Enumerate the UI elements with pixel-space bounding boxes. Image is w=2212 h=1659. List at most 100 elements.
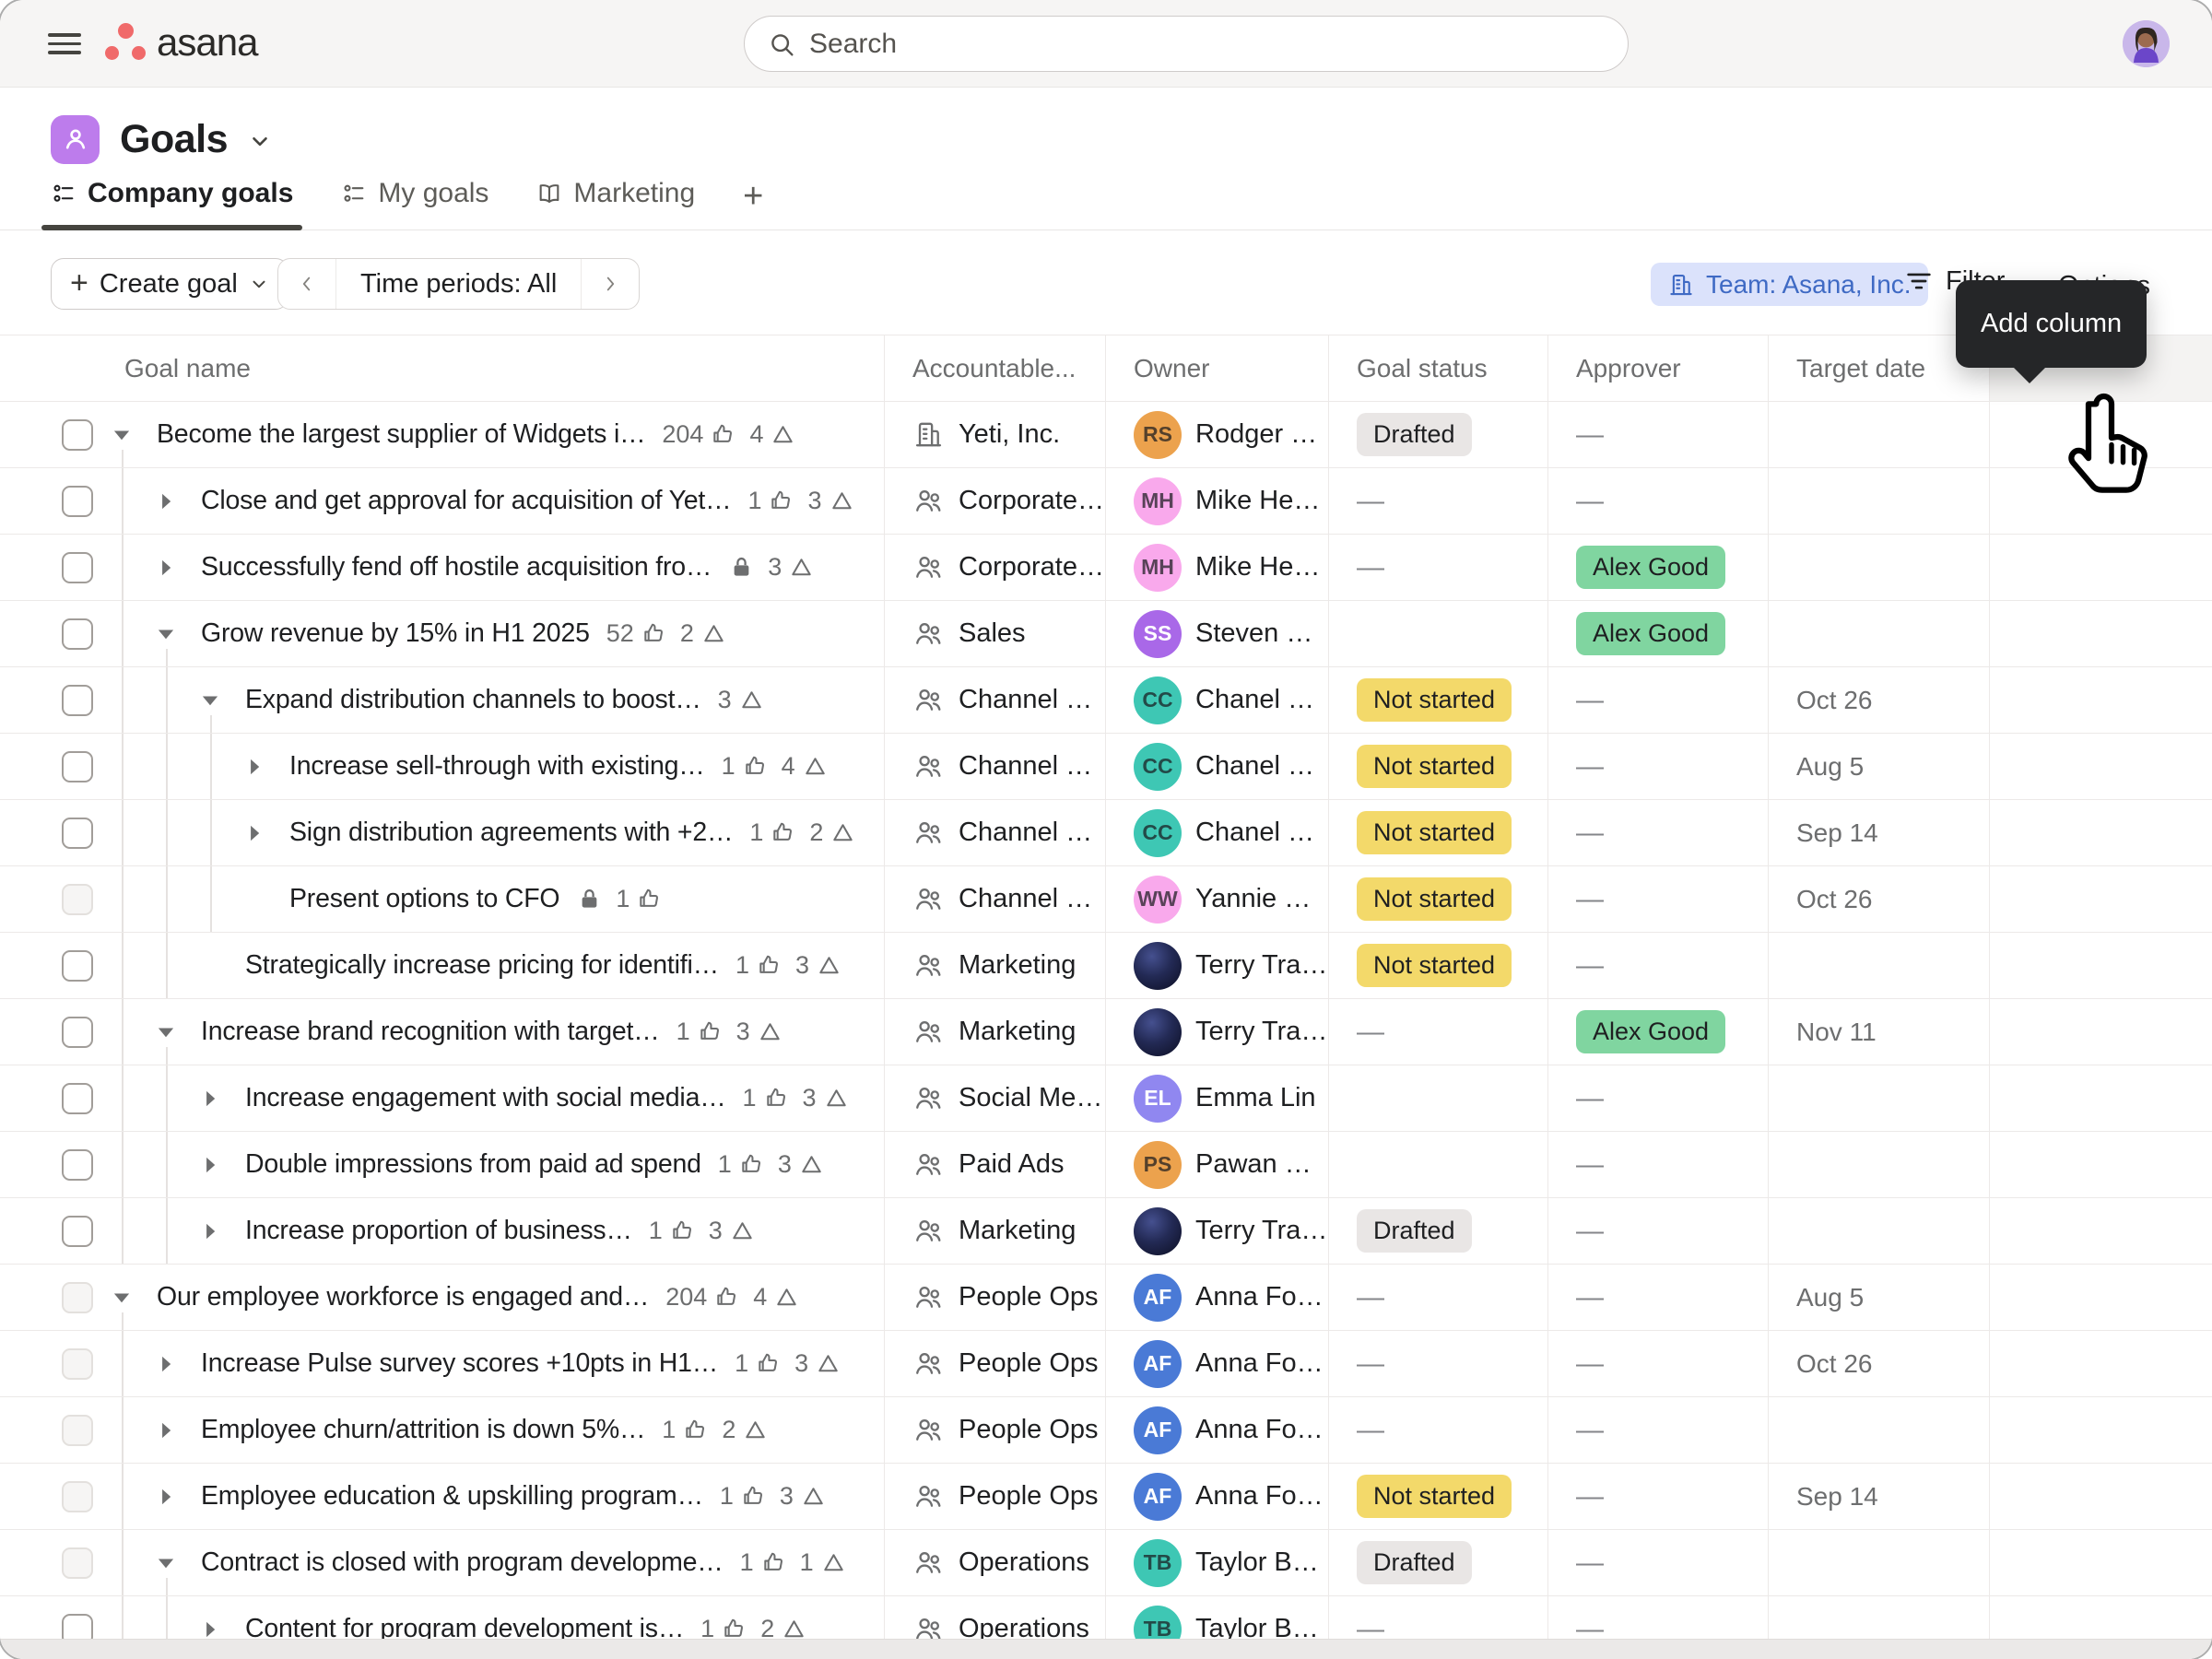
goal-name[interactable]: Present options to CFO xyxy=(289,884,559,914)
approver-cell[interactable]: — xyxy=(1548,866,1769,932)
expand-toggle-icon[interactable] xyxy=(198,1153,222,1177)
goal-name[interactable]: Employee churn/attrition is down 5%… xyxy=(201,1415,645,1445)
tab-my-goals[interactable]: My goals xyxy=(341,178,488,229)
time-periods-prev-button[interactable] xyxy=(278,259,335,309)
expand-toggle-icon[interactable] xyxy=(110,423,134,447)
expand-toggle-icon[interactable] xyxy=(154,556,178,580)
column-header-approver[interactable]: Approver xyxy=(1548,335,1769,401)
goal-checkbox[interactable] xyxy=(62,1017,93,1048)
target-date-cell[interactable] xyxy=(1769,468,1990,534)
goal-cell[interactable]: Double impressions from paid ad spend 1 … xyxy=(0,1132,885,1197)
goal-status-cell[interactable]: — xyxy=(1329,1265,1548,1330)
target-date-cell[interactable] xyxy=(1769,402,1990,467)
goal-name[interactable]: Increase brand recognition with target… xyxy=(201,1017,660,1047)
goal-name[interactable]: Increase proportion of business… xyxy=(245,1216,632,1246)
accountable-cell[interactable]: Marketing xyxy=(885,1198,1106,1264)
goal-checkbox[interactable] xyxy=(62,1415,93,1446)
goal-name[interactable]: Contract is closed with program developm… xyxy=(201,1547,724,1578)
goal-checkbox[interactable] xyxy=(62,685,93,716)
expand-toggle-icon[interactable] xyxy=(154,1418,178,1442)
goal-cell[interactable]: Become the largest supplier of Widgets i… xyxy=(0,402,885,467)
owner-cell[interactable]: AF Anna Folder xyxy=(1106,1331,1329,1396)
goal-checkbox[interactable] xyxy=(62,1547,93,1579)
expand-toggle-icon[interactable] xyxy=(242,821,266,845)
owner-cell[interactable]: MH Mike Hecht xyxy=(1106,535,1329,600)
goal-name[interactable]: Strategically increase pricing for ident… xyxy=(245,950,719,981)
owner-cell[interactable]: CC Chanel Cha… xyxy=(1106,667,1329,733)
column-header-owner[interactable]: Owner xyxy=(1106,335,1329,401)
accountable-cell[interactable]: Paid Ads xyxy=(885,1132,1106,1197)
time-periods-label[interactable]: Time periods: All xyxy=(335,259,582,309)
accountable-cell[interactable]: Channel Sal… xyxy=(885,734,1106,799)
approver-cell[interactable]: — xyxy=(1548,1331,1769,1396)
target-date-cell[interactable] xyxy=(1769,1530,1990,1595)
goal-cell[interactable]: Increase engagement with social media… 1… xyxy=(0,1065,885,1131)
goal-name[interactable]: Grow revenue by 15% in H1 2025 xyxy=(201,618,590,649)
asana-logo[interactable]: asana xyxy=(105,20,257,65)
goal-checkbox[interactable] xyxy=(62,950,93,982)
approver-cell[interactable]: — xyxy=(1548,1132,1769,1197)
goal-status-cell[interactable]: — xyxy=(1329,535,1548,600)
goal-checkbox[interactable] xyxy=(62,1149,93,1181)
expand-toggle-icon[interactable] xyxy=(154,489,178,513)
accountable-cell[interactable]: Operations xyxy=(885,1530,1106,1595)
target-date-cell[interactable]: Oct 26 xyxy=(1769,866,1990,932)
approver-cell[interactable]: — xyxy=(1548,1530,1769,1595)
goal-cell[interactable]: Employee churn/attrition is down 5%… 1 2 xyxy=(0,1397,885,1463)
goal-checkbox[interactable] xyxy=(62,419,93,451)
target-date-cell[interactable]: Sep 14 xyxy=(1769,800,1990,865)
target-date-cell[interactable]: Aug 5 xyxy=(1769,734,1990,799)
goal-cell[interactable]: Our employee workforce is engaged and… 2… xyxy=(0,1265,885,1330)
goal-name[interactable]: Double impressions from paid ad spend xyxy=(245,1149,701,1180)
goal-checkbox[interactable] xyxy=(62,1216,93,1247)
expand-toggle-icon[interactable] xyxy=(198,1087,222,1111)
add-tab-button[interactable]: + xyxy=(743,183,763,229)
accountable-cell[interactable]: People Ops xyxy=(885,1331,1106,1396)
owner-cell[interactable]: RS Rodger Sa… xyxy=(1106,402,1329,467)
search-input[interactable]: Search xyxy=(744,16,1629,72)
user-avatar[interactable] xyxy=(2123,20,2170,67)
goal-name[interactable]: Employee education & upskilling program… xyxy=(201,1481,703,1512)
goal-cell[interactable]: Increase proportion of business… 1 3 xyxy=(0,1198,885,1264)
goal-checkbox[interactable] xyxy=(62,1083,93,1114)
goal-status-cell[interactable] xyxy=(1329,601,1548,666)
goal-checkbox[interactable] xyxy=(62,751,93,782)
goal-status-cell[interactable]: — xyxy=(1329,999,1548,1065)
approver-cell[interactable]: — xyxy=(1548,800,1769,865)
goal-cell[interactable]: Sign distribution agreements with +2… 1 … xyxy=(0,800,885,865)
owner-cell[interactable]: EL Emma Lin xyxy=(1106,1065,1329,1131)
approver-cell[interactable]: — xyxy=(1548,402,1769,467)
owner-cell[interactable]: MH Mike Hecht xyxy=(1106,468,1329,534)
approver-cell[interactable]: Alex Good xyxy=(1548,999,1769,1065)
approver-cell[interactable]: Alex Good xyxy=(1548,601,1769,666)
goal-name[interactable]: Become the largest supplier of Widgets i… xyxy=(157,419,645,450)
owner-cell[interactable]: CC Chanel Cha… xyxy=(1106,734,1329,799)
goal-name[interactable]: Expand distribution channels to boost… xyxy=(245,685,701,715)
target-date-cell[interactable] xyxy=(1769,601,1990,666)
goal-checkbox[interactable] xyxy=(62,552,93,583)
expand-toggle-icon[interactable] xyxy=(198,688,222,712)
goal-checkbox[interactable] xyxy=(62,618,93,650)
owner-cell[interactable]: AF Anna Folder xyxy=(1106,1464,1329,1529)
goal-status-cell[interactable]: Not started xyxy=(1329,800,1548,865)
owner-cell[interactable]: CC Chanel Cha… xyxy=(1106,800,1329,865)
expand-toggle-icon[interactable] xyxy=(198,1219,222,1243)
approver-cell[interactable]: — xyxy=(1548,734,1769,799)
goal-status-cell[interactable] xyxy=(1329,1132,1548,1197)
goal-status-cell[interactable]: Not started xyxy=(1329,933,1548,998)
approver-cell[interactable]: — xyxy=(1548,1464,1769,1529)
goal-checkbox[interactable] xyxy=(62,486,93,517)
goal-name[interactable]: Increase engagement with social media… xyxy=(245,1083,726,1113)
goal-cell[interactable]: Increase sell-through with existing… 1 4 xyxy=(0,734,885,799)
approver-cell[interactable]: — xyxy=(1548,1065,1769,1131)
goal-checkbox[interactable] xyxy=(62,1348,93,1380)
time-periods-next-button[interactable] xyxy=(582,259,639,309)
approver-cell[interactable]: — xyxy=(1548,1265,1769,1330)
accountable-cell[interactable]: Channel Sal… xyxy=(885,667,1106,733)
goal-cell[interactable]: Expand distribution channels to boost… 3 xyxy=(0,667,885,733)
approver-cell[interactable]: — xyxy=(1548,1198,1769,1264)
tab-marketing[interactable]: Marketing xyxy=(536,178,695,229)
column-header-goal-name[interactable]: Goal name xyxy=(0,335,885,401)
expand-toggle-icon[interactable] xyxy=(154,1551,178,1575)
goal-status-cell[interactable]: Drafted xyxy=(1329,402,1548,467)
